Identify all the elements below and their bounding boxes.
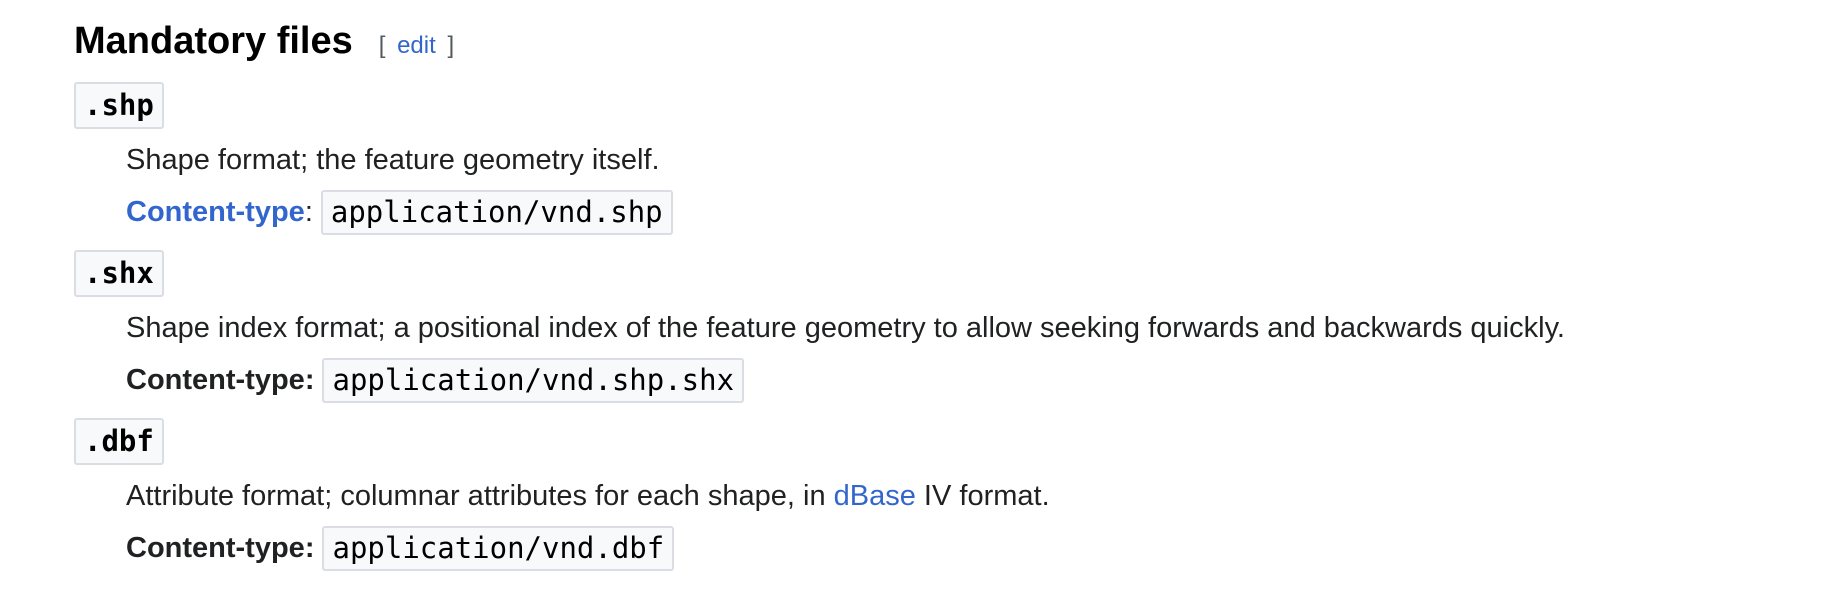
file-description: Attribute format; columnar attributes fo… bbox=[126, 476, 1816, 516]
content-type-value: application/vnd.shp bbox=[320, 189, 673, 235]
article-content: Mandatory files [ edit ] .shp Shape form… bbox=[74, 14, 1816, 572]
content-type-row: Content-type: application/vnd.dbf bbox=[126, 524, 1816, 572]
edit-section: [ edit ] bbox=[379, 32, 454, 60]
term-row: .shp bbox=[74, 80, 1816, 130]
file-extension: .dbf bbox=[74, 417, 164, 465]
content-type-value: application/vnd.dbf bbox=[322, 525, 675, 571]
term-row: .shx bbox=[74, 248, 1816, 298]
file-description: Shape format; the feature geometry itsel… bbox=[126, 144, 660, 176]
file-entry-dbf: .dbf Attribute format; columnar attribut… bbox=[74, 416, 1816, 572]
content-type-label: Content-type: bbox=[126, 531, 315, 564]
content-type-row: Content-type: application/vnd.shp bbox=[126, 188, 1816, 236]
section-heading-row: Mandatory files [ edit ] bbox=[74, 14, 1816, 68]
file-extension: .shx bbox=[74, 249, 164, 297]
content-type-link[interactable]: Content-type bbox=[126, 196, 305, 229]
dbase-link[interactable]: dBase bbox=[834, 480, 916, 512]
edit-bracket-close: ] bbox=[447, 32, 455, 59]
edit-link[interactable]: edit bbox=[397, 32, 436, 59]
term-row: .dbf bbox=[74, 416, 1816, 466]
content-type-label: Content-type: bbox=[126, 363, 315, 396]
file-description: Shape index format; a positional index o… bbox=[126, 312, 1565, 344]
file-extension: .shp bbox=[74, 81, 164, 129]
edit-bracket-open: [ bbox=[378, 32, 386, 59]
content-type-row: Content-type: application/vnd.shp.shx bbox=[126, 356, 1816, 404]
content-type-colon: : bbox=[304, 195, 313, 228]
content-type-value: application/vnd.shp.shx bbox=[322, 357, 745, 403]
description-text-after: IV format. bbox=[915, 480, 1050, 512]
section-title: Mandatory files bbox=[74, 20, 353, 62]
file-entry-shx: .shx Shape index format; a positional in… bbox=[74, 248, 1816, 404]
file-entry-shp: .shp Shape format; the feature geometry … bbox=[74, 80, 1816, 236]
description-text-before: Attribute format; columnar attributes fo… bbox=[126, 480, 834, 512]
